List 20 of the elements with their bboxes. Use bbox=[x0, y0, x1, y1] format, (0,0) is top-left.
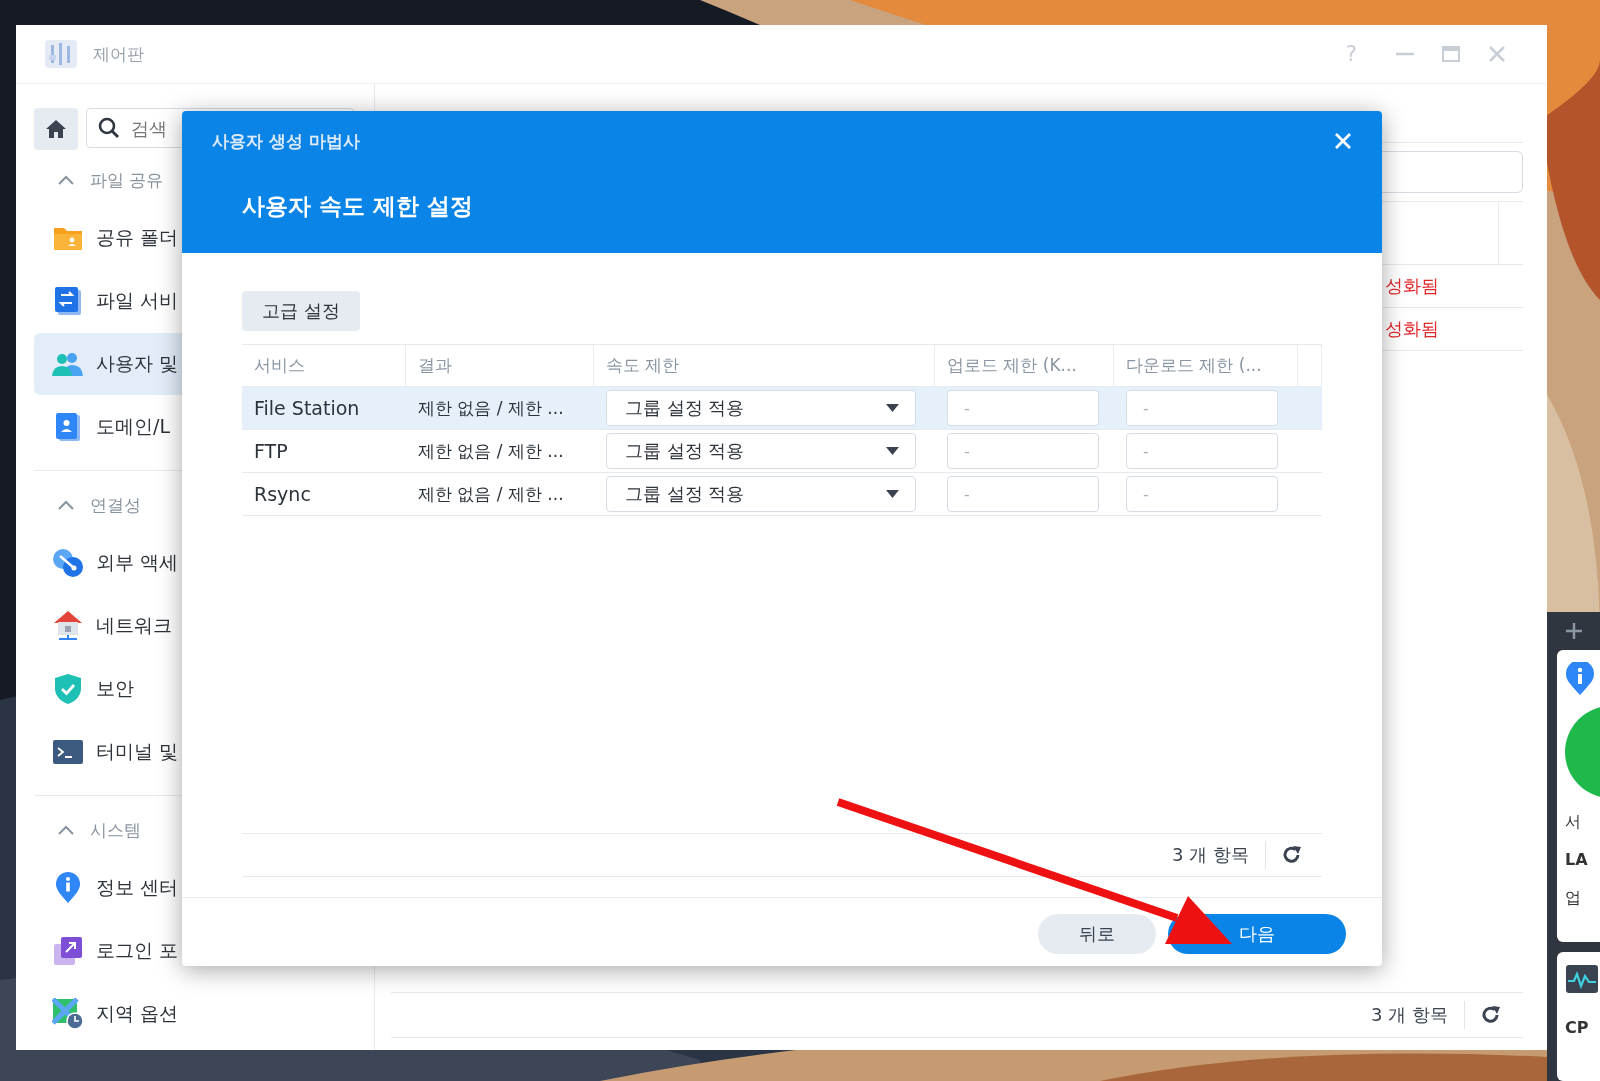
table-cell-text: FTP bbox=[253, 440, 289, 462]
window-title: 제어판 bbox=[93, 42, 144, 66]
table-cell-text: File Station bbox=[253, 397, 361, 419]
table-cell-text: 제한 없음 / 제한 ... bbox=[417, 396, 565, 420]
table-cell: 성화됨 bbox=[1385, 274, 1439, 298]
table-cell-text: Rsync bbox=[253, 483, 312, 505]
table-cell-text: 제한 없음 / 제한 ... bbox=[417, 439, 565, 463]
item-count: 3 개 항목 bbox=[1172, 843, 1249, 867]
section-title: 파일 공유 bbox=[90, 168, 164, 192]
dialog-title: 사용자 속도 제한 설정 bbox=[242, 192, 475, 221]
table-cell: 성화됨 bbox=[1385, 317, 1439, 341]
widget-text: 서 bbox=[1565, 811, 1582, 833]
widget-text: 업 bbox=[1565, 887, 1582, 909]
wizard-title: 사용자 생성 마법사 bbox=[212, 129, 360, 153]
item-count: 3 개 항목 bbox=[1371, 1003, 1448, 1027]
section-title: 연결성 bbox=[90, 493, 141, 517]
widget-text: LA bbox=[1565, 849, 1589, 871]
widget-text: CP bbox=[1565, 1017, 1590, 1039]
table-cell-text: 제한 없음 / 제한 ... bbox=[417, 482, 565, 506]
section-title: 시스템 bbox=[90, 818, 141, 842]
